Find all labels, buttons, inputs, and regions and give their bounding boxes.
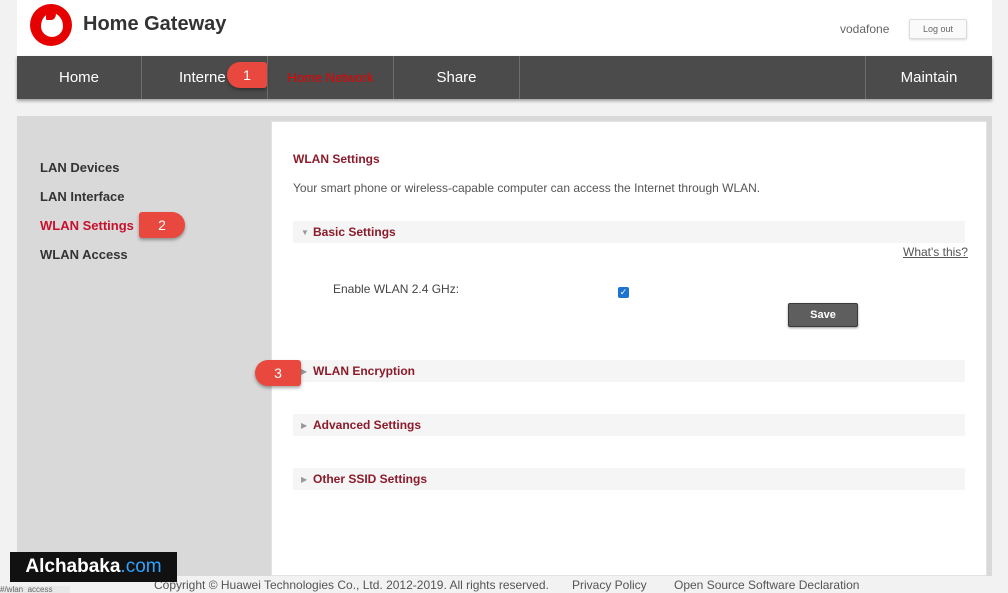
open-source-link[interactable]: Open Source Software Declaration (674, 578, 859, 592)
page-title: WLAN Settings (293, 152, 380, 166)
user-name: vodafone (840, 22, 890, 36)
section-basic-settings[interactable]: ▼ Basic Settings (293, 221, 965, 243)
chevron-right-icon: ▶ (301, 366, 308, 376)
nav-home-network[interactable]: Home Network (268, 56, 394, 99)
callout-3: 3 (255, 360, 301, 386)
chevron-right-icon: ▶ (301, 474, 308, 484)
nav-home[interactable]: Home (17, 56, 142, 99)
main-panel: WLAN Settings Your smart phone or wirele… (271, 121, 987, 576)
status-bar-url: #/wlan_access (0, 586, 70, 593)
copyright-text: Copyright © Huawei Technologies Co., Ltd… (154, 578, 549, 592)
sidebar-item-lan-devices[interactable]: LAN Devices (40, 160, 240, 189)
vodafone-logo-icon (30, 4, 72, 46)
whats-this-link[interactable]: What's this? (903, 245, 968, 259)
nav-share[interactable]: Share (394, 56, 520, 99)
section-label: Other SSID Settings (313, 472, 428, 486)
chevron-right-icon: ▶ (301, 420, 308, 430)
app-title: Home Gateway (83, 13, 227, 35)
section-label: WLAN Encryption (313, 364, 415, 378)
callout-1: 1 (227, 62, 267, 88)
section-label: Basic Settings (313, 225, 396, 239)
section-advanced-settings[interactable]: ▶ Advanced Settings (293, 414, 965, 436)
section-wlan-encryption[interactable]: ▶ WLAN Encryption (293, 360, 965, 382)
enable-wlan-checkbox[interactable]: ✓ (618, 287, 629, 298)
watermark: Alchabaka .com (10, 552, 177, 582)
watermark-brand: Alchabaka (25, 556, 121, 577)
section-other-ssid[interactable]: ▶ Other SSID Settings (293, 468, 965, 490)
checkmark-icon: ✓ (619, 287, 628, 297)
sidebar-item-wlan-access[interactable]: WLAN Access (40, 247, 240, 276)
enable-wlan-label: Enable WLAN 2.4 GHz: (333, 282, 460, 296)
chevron-down-icon: ▼ (301, 227, 309, 237)
privacy-policy-link[interactable]: Privacy Policy (572, 578, 647, 592)
save-button[interactable]: Save (788, 303, 858, 327)
section-label: Advanced Settings (313, 418, 422, 432)
nav-spacer (520, 56, 866, 99)
watermark-tld: .com (120, 556, 162, 577)
callout-2: 2 (139, 212, 185, 238)
logout-button[interactable]: Log out (909, 19, 967, 39)
nav-maintain[interactable]: Maintain (866, 56, 992, 99)
main-nav: Home Interne Home Network Share Maintain (17, 56, 992, 99)
header: Home Gateway vodafone Log out (17, 0, 992, 56)
page-description: Your smart phone or wireless-capable com… (293, 181, 761, 195)
